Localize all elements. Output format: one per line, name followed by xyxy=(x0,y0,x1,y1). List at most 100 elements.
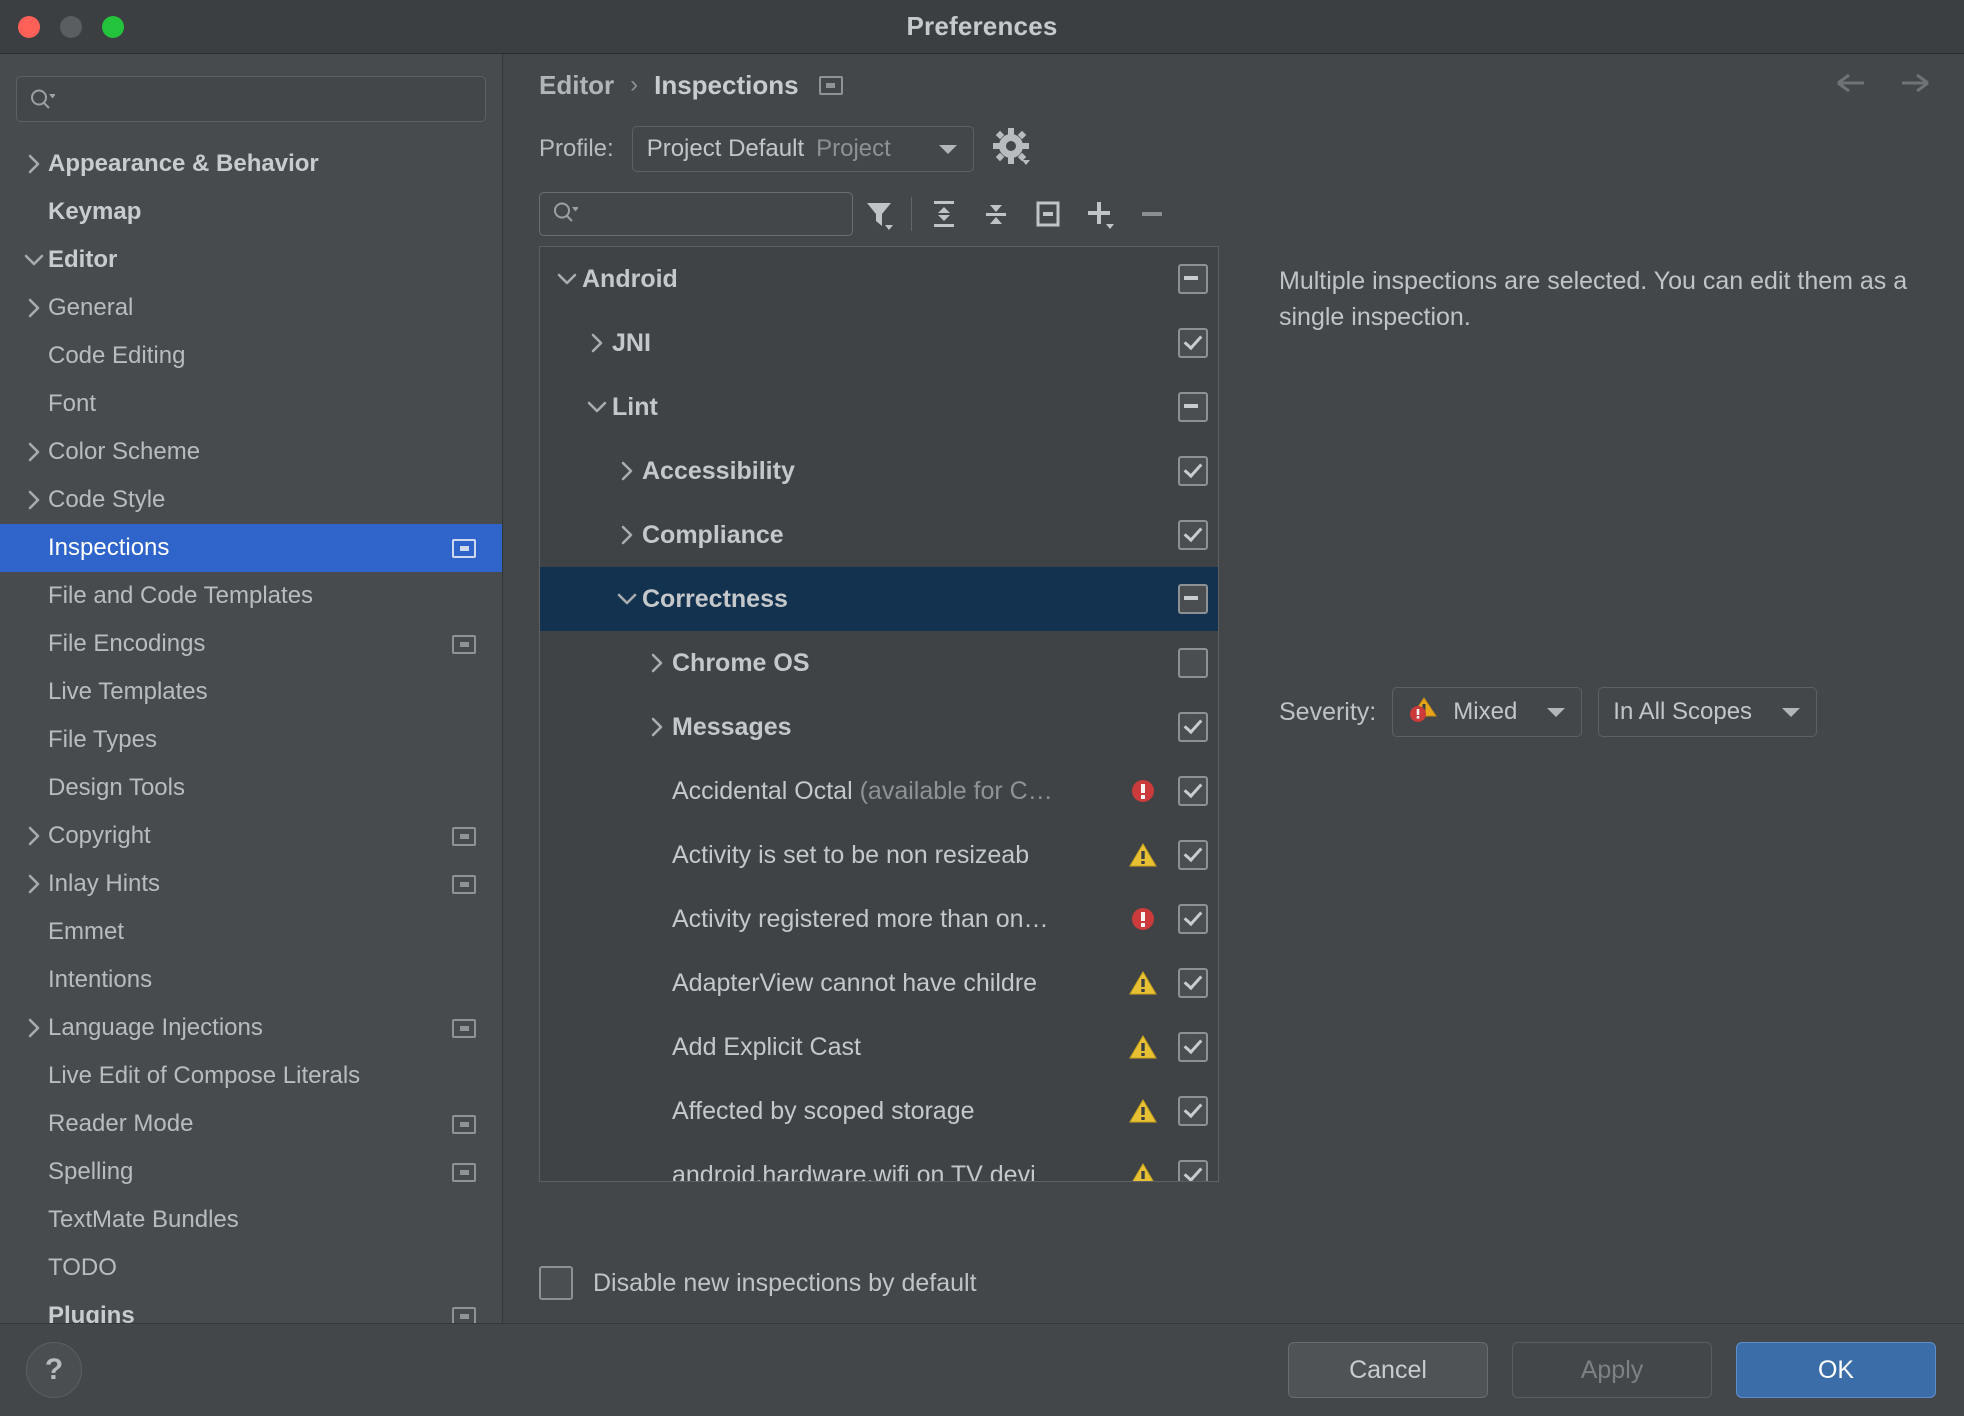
sidebar-item-code-editing[interactable]: Code Editing xyxy=(0,332,502,380)
sidebar-item-design-tools[interactable]: Design Tools xyxy=(0,764,502,812)
chevron-down-icon[interactable] xyxy=(22,248,48,272)
checkbox-checked[interactable] xyxy=(1178,1096,1208,1126)
sidebar-item-copyright[interactable]: Copyright xyxy=(0,812,502,860)
checkbox-checked[interactable] xyxy=(1178,1160,1208,1181)
chevron-right-icon[interactable] xyxy=(612,523,642,547)
minimize-window-button[interactable] xyxy=(60,15,82,38)
sidebar-item-file-encodings[interactable]: File Encodings xyxy=(0,620,502,668)
sidebar-item-general[interactable]: General xyxy=(0,284,502,332)
close-window-button[interactable] xyxy=(18,15,40,38)
expand-all-icon[interactable] xyxy=(918,188,970,240)
disable-new-inspections-row[interactable]: Disable new inspections by default xyxy=(503,1243,1964,1323)
tree-row[interactable]: android.hardware.wifi on TV devi xyxy=(540,1143,1218,1181)
sidebar-item-color-scheme[interactable]: Color Scheme xyxy=(0,428,502,476)
checkbox-indeterminate[interactable] xyxy=(1178,392,1208,422)
checkbox-checked[interactable] xyxy=(1178,520,1208,550)
chevron-right-icon[interactable] xyxy=(22,824,48,848)
arrow-right-icon[interactable] xyxy=(1896,70,1936,101)
inspections-tree[interactable]: Android JNI Lint Accessibility Compliance Cor… xyxy=(539,246,1219,1182)
tree-row-label: AdapterView cannot have childre xyxy=(672,968,1038,997)
help-button[interactable]: ? xyxy=(26,1342,82,1398)
project-scope-badge-icon xyxy=(452,1018,476,1038)
tree-row[interactable]: Accessibility xyxy=(540,439,1218,503)
chevron-right-icon[interactable] xyxy=(22,152,48,176)
gear-icon[interactable] xyxy=(992,127,1032,172)
sidebar-item-live-templates[interactable]: Live Templates xyxy=(0,668,502,716)
inspection-search-input[interactable] xyxy=(539,192,853,236)
sidebar-item-file-types[interactable]: File Types xyxy=(0,716,502,764)
chevron-right-icon[interactable] xyxy=(22,1016,48,1040)
cancel-button[interactable]: Cancel xyxy=(1288,1342,1488,1398)
sidebar-search-field[interactable] xyxy=(16,76,486,122)
scope-select[interactable]: In All Scopes xyxy=(1598,687,1818,737)
severity-select[interactable]: Mixed xyxy=(1392,687,1583,737)
chevron-down-icon[interactable] xyxy=(612,587,642,611)
checkbox-checked[interactable] xyxy=(1178,456,1208,486)
tree-row[interactable]: Lint xyxy=(540,375,1218,439)
tree-row[interactable]: Add Explicit Cast xyxy=(540,1015,1218,1079)
checkbox-unchecked[interactable] xyxy=(1178,648,1208,678)
sidebar-item-file-and-code-templates[interactable]: File and Code Templates xyxy=(0,572,502,620)
tree-row[interactable]: Activity registered more than on… xyxy=(540,887,1218,951)
checkbox-checked[interactable] xyxy=(1178,712,1208,742)
checkbox-checked[interactable] xyxy=(1178,968,1208,998)
breadcrumb-parent[interactable]: Editor xyxy=(539,70,614,101)
checkbox-checked[interactable] xyxy=(1178,776,1208,806)
chevron-right-icon[interactable] xyxy=(642,651,672,675)
chevron-right-icon[interactable] xyxy=(22,872,48,896)
sidebar-item-live-edit-of-compose-literals[interactable]: Live Edit of Compose Literals xyxy=(0,1052,502,1100)
checkbox-indeterminate[interactable] xyxy=(1178,584,1208,614)
chevron-right-icon[interactable] xyxy=(22,296,48,320)
disable-new-inspections-checkbox[interactable] xyxy=(539,1266,573,1300)
zoom-window-button[interactable] xyxy=(102,15,124,38)
checkbox-checked[interactable] xyxy=(1178,904,1208,934)
tree-row[interactable]: JNI xyxy=(540,311,1218,375)
arrow-left-icon[interactable] xyxy=(1830,70,1870,101)
tree-row[interactable]: Chrome OS xyxy=(540,631,1218,695)
tree-row[interactable]: Affected by scoped storage xyxy=(540,1079,1218,1143)
sidebar-item-font[interactable]: Font xyxy=(0,380,502,428)
sidebar-item-spelling[interactable]: Spelling xyxy=(0,1148,502,1196)
checkbox-checked[interactable] xyxy=(1178,1032,1208,1062)
tree-row[interactable]: Accidental Octal (available for C… xyxy=(540,759,1218,823)
tree-row[interactable]: Activity is set to be non resizeab xyxy=(540,823,1218,887)
tree-row[interactable]: Messages xyxy=(540,695,1218,759)
sidebar-item-todo[interactable]: TODO xyxy=(0,1244,502,1292)
tree-row[interactable]: AdapterView cannot have childre xyxy=(540,951,1218,1015)
tree-row[interactable]: Android xyxy=(540,247,1218,311)
chevron-right-icon[interactable] xyxy=(22,488,48,512)
checkbox-indeterminate[interactable] xyxy=(1178,264,1208,294)
profile-select[interactable]: Project Default Project xyxy=(631,126,974,172)
sidebar-item-appearance-behavior[interactable]: Appearance & Behavior xyxy=(0,140,502,188)
chevron-down-icon[interactable] xyxy=(582,395,612,419)
sidebar-item-reader-mode[interactable]: Reader Mode xyxy=(0,1100,502,1148)
sidebar-item-keymap[interactable]: Keymap xyxy=(0,188,502,236)
remove-icon[interactable] xyxy=(1126,188,1178,240)
sidebar-item-label: File Types xyxy=(48,726,157,753)
chevron-right-icon[interactable] xyxy=(582,331,612,355)
chevron-right-icon[interactable] xyxy=(612,459,642,483)
sidebar-item-textmate-bundles[interactable]: TextMate Bundles xyxy=(0,1196,502,1244)
chevron-right-icon[interactable] xyxy=(22,440,48,464)
chevron-right-icon[interactable] xyxy=(642,715,672,739)
filter-icon[interactable] xyxy=(853,188,905,240)
sidebar-item-intentions[interactable]: Intentions xyxy=(0,956,502,1004)
add-icon[interactable] xyxy=(1074,188,1126,240)
sidebar-item-inlay-hints[interactable]: Inlay Hints xyxy=(0,860,502,908)
apply-button[interactable]: Apply xyxy=(1512,1342,1712,1398)
tree-row[interactable]: Correctness xyxy=(540,567,1218,631)
collapse-all-icon[interactable] xyxy=(970,188,1022,240)
sidebar-item-code-style[interactable]: Code Style xyxy=(0,476,502,524)
chevron-down-icon[interactable] xyxy=(552,267,582,291)
sidebar-item-inspections[interactable]: Inspections xyxy=(0,524,502,572)
reset-icon[interactable] xyxy=(1022,188,1074,240)
tree-row-suffix: (available for C… xyxy=(852,776,1053,805)
tree-row[interactable]: Compliance xyxy=(540,503,1218,567)
sidebar-item-emmet[interactable]: Emmet xyxy=(0,908,502,956)
checkbox-checked[interactable] xyxy=(1178,840,1208,870)
sidebar-item-editor[interactable]: Editor xyxy=(0,236,502,284)
ok-button[interactable]: OK xyxy=(1736,1342,1936,1398)
sidebar-item-language-injections[interactable]: Language Injections xyxy=(0,1004,502,1052)
checkbox-checked[interactable] xyxy=(1178,328,1208,358)
sidebar-item-plugins[interactable]: Plugins xyxy=(0,1292,502,1323)
